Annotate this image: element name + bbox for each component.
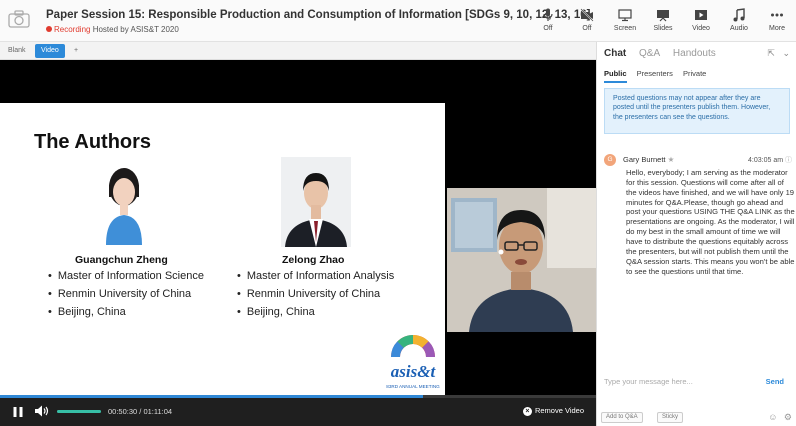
author1-photo [92,157,156,245]
mic-button[interactable]: Off [533,8,563,32]
tab-qa[interactable]: Q&A [639,48,660,59]
author1-location: Beijing, China [48,306,204,318]
author2-details: Master of Information Analysis Renmin Un… [237,270,394,324]
info-icon[interactable]: ⓘ [785,157,792,164]
player-controls: 00:50:30 / 01:11:04 × Remove Video [0,395,596,426]
author2-degree: Master of Information Analysis [237,270,394,282]
video-stage[interactable]: The Authors Guangchun Zheng Master of In… [0,60,596,414]
chat-subtabs: Public Presenters Private [604,69,714,83]
playback-progress-fill [0,395,424,398]
author1-name: Guangchun Zheng [75,254,168,266]
stage-tabs: Blank Video + [0,42,596,60]
author2-location: Beijing, China [237,306,394,318]
emoji-icon[interactable]: ☺ [768,412,777,422]
music-note-icon [733,8,745,22]
presenter-webcam [447,188,596,332]
video-button[interactable]: Video [686,8,716,32]
add-to-qa-button[interactable]: Add to Q&A [601,412,643,423]
slides-icon [657,10,669,22]
panel-tabs: Chat Q&A Handouts [604,48,726,59]
subtab-presenters[interactable]: Presenters [637,69,673,78]
logo-subtext: 83RD ANNUAL MEETING [386,384,440,389]
audio-label: Audio [730,25,748,32]
video-label: Video [692,25,710,32]
video-camera-off-icon [580,8,594,22]
play-video-icon [695,10,707,20]
volume-icon[interactable] [34,404,50,418]
logo-text: asis&t [391,362,437,381]
sticky-button[interactable]: Sticky [657,412,684,423]
close-circle-icon: × [522,407,532,416]
presentation-slide: The Authors Guangchun Zheng Master of In… [0,103,445,414]
playback-time: 00:50:30 / 01:11:04 [108,407,173,416]
more-label: More [769,25,785,32]
remove-video-label: Remove Video [534,406,584,415]
add-tab-button[interactable]: + [68,44,84,58]
slides-button[interactable]: Slides [648,8,678,32]
avatar: G [604,154,616,166]
recording-label: Recording [54,25,91,34]
chevron-down-icon[interactable]: ⌄ [782,48,790,58]
tab-chat[interactable]: Chat [604,48,626,59]
camera-label: Off [582,25,592,32]
hosted-by: Hosted by ASIS&T 2020 [92,25,179,34]
slides-label: Slides [653,25,673,32]
monitor-icon [618,9,632,22]
author2-photo [281,157,351,247]
popout-icon[interactable]: ⇱ [767,48,775,58]
message-time: 4:03:05 am ⓘ [748,157,792,164]
send-button[interactable]: Send [766,377,784,386]
author2-name: Zelong Zhao [282,254,345,266]
audio-button[interactable]: Audio [724,8,754,32]
top-bar: Paper Session 15: Responsible Production… [0,0,796,42]
camera-icon[interactable] [8,10,30,28]
author1-details: Master of Information Science Renmin Uni… [48,270,204,324]
star-icon[interactable]: ★ [668,155,675,164]
microphone-icon [543,8,553,21]
asist-logo: asis&t 83RD ANNUAL MEETING [382,334,444,399]
presenter-video-frame [447,188,596,332]
message-body: Hello, everybody; I am serving as the mo… [626,168,795,276]
camera-button[interactable]: Off [572,8,602,32]
volume-slider-fill [57,410,101,413]
author1-university: Renmin University of China [48,288,204,300]
chat-panel: Chat Q&A Handouts ⇱ ⌄ Public Presenters … [596,42,796,426]
playback-progress[interactable] [0,395,596,398]
settings-icon[interactable]: ⚙ [784,412,792,422]
message-input[interactable]: Type your message here... [604,377,693,386]
subtab-public[interactable]: Public [604,69,627,83]
more-dots-icon [771,13,783,17]
author2-university: Renmin University of China [237,288,394,300]
subtab-private[interactable]: Private [683,69,706,78]
tab-video[interactable]: Video [35,44,65,58]
tab-blank[interactable]: Blank [2,44,32,58]
screen-label: Screen [613,25,637,32]
tab-handouts[interactable]: Handouts [673,48,716,59]
author1-degree: Master of Information Science [48,270,204,282]
session-subtitle: Recording Hosted by ASIS&T 2020 [46,25,179,34]
composer-icons: ☺ ⚙ [768,412,792,423]
volume-slider[interactable] [57,410,101,413]
more-button[interactable]: More [762,8,792,32]
screen-button[interactable]: Screen [610,8,640,32]
panel-header-icons: ⇱ ⌄ [767,48,790,59]
remove-video-button[interactable]: × Remove Video [522,406,584,416]
session-title: Paper Session 15: Responsible Production… [46,9,591,21]
slide-title: The Authors [34,131,152,153]
mic-label: Off [543,25,553,32]
recording-dot-icon [46,26,52,32]
pause-icon[interactable] [12,406,24,418]
message-author: Gary Burnett ★ [623,155,675,164]
qa-notice: Posted questions may not appear after th… [604,88,790,134]
